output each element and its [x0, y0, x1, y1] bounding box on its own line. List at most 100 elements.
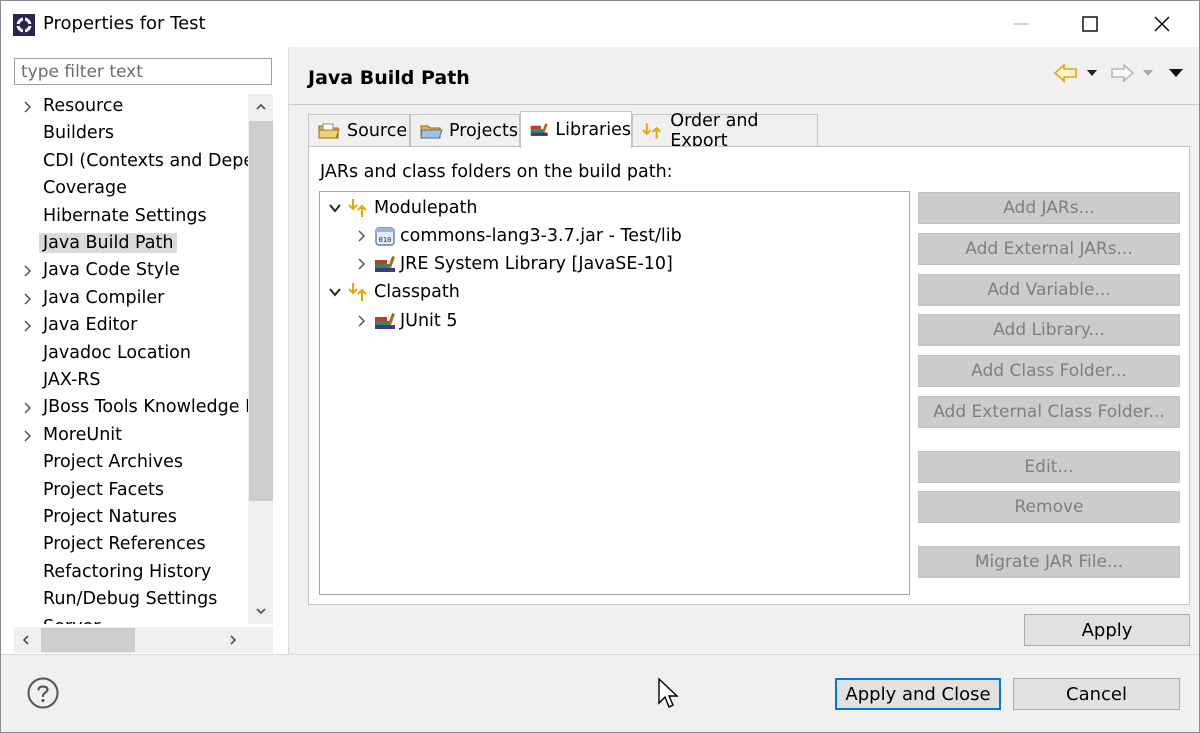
build-path-entry[interactable]: JUnit 5 [354, 307, 457, 335]
jar-icon: 010 [375, 227, 395, 246]
sidebar-item-label: Run/Debug Settings [43, 589, 218, 610]
tab-libraries-label: Libraries [555, 120, 631, 140]
sidebar-item[interactable]: Java Editor [1, 313, 248, 340]
sidebar-item[interactable]: Project Natures [1, 505, 248, 532]
add-library-button[interactable]: Add Library... [918, 314, 1180, 346]
eclipse-app-icon [12, 13, 36, 37]
sidebar-item-label: Hibernate Settings [43, 205, 207, 226]
view-menu-icon[interactable] [1167, 59, 1185, 87]
chevron-down-icon[interactable] [328, 285, 342, 299]
edit-button[interactable]: Edit... [918, 451, 1180, 483]
build-path-entry[interactable]: Modulepath [328, 194, 477, 222]
chevron-right-icon[interactable] [21, 430, 33, 442]
sidebar-item-label: Java Editor [43, 315, 138, 336]
close-button[interactable] [1127, 1, 1197, 47]
chevron-right-icon[interactable] [354, 229, 368, 243]
help-icon[interactable] [27, 677, 59, 709]
source-folder-icon [318, 123, 340, 139]
sidebar-item[interactable]: Coverage [1, 176, 248, 203]
scroll-up-arrow-icon[interactable] [255, 101, 267, 113]
sidebar-item[interactable]: Resource [1, 94, 248, 121]
remove-button[interactable]: Remove [918, 491, 1180, 523]
sidebar-item[interactable]: Project References [1, 532, 248, 559]
migrate-jar-button[interactable]: Migrate JAR File... [918, 546, 1180, 578]
sidebar-item[interactable]: Project Archives [1, 450, 248, 477]
apply-button[interactable]: Apply [1024, 614, 1190, 646]
scroll-left-arrow-icon[interactable] [20, 634, 32, 646]
sidebar-item[interactable]: Hibernate Settings [1, 204, 248, 231]
sidebar-item[interactable]: JAX-RS [1, 368, 248, 395]
sidebar-item[interactable]: Java Build Path [1, 231, 248, 258]
forward-history-dropdown-icon[interactable] [1141, 59, 1155, 87]
sidebar-item-label: Resource [43, 96, 124, 116]
filter-input[interactable] [14, 58, 272, 85]
build-path-entry[interactable]: Classpath [328, 278, 460, 306]
sidebar-item[interactable]: Java Compiler [1, 286, 248, 313]
sidebar-item[interactable]: JBoss Tools Knowledge B [1, 395, 248, 422]
sidebar-item[interactable]: Run/Debug Settings [1, 587, 248, 614]
forward-arrow-icon[interactable] [1109, 59, 1135, 87]
add-jars-button[interactable]: Add JARs... [918, 192, 1180, 224]
vertical-scroll-thumb[interactable] [249, 121, 273, 501]
chevron-right-icon[interactable] [21, 293, 33, 305]
build-path-entry-label: JUnit 5 [400, 311, 458, 331]
sidebar-item[interactable]: Server [1, 615, 248, 624]
footer-divider [1, 654, 1199, 655]
tab-libraries[interactable]: Libraries [520, 111, 632, 148]
build-path-entry[interactable]: JRE System Library [JavaSE-10] [354, 250, 673, 278]
tab-source[interactable]: Source [308, 114, 410, 147]
chevron-down-icon[interactable] [328, 201, 342, 215]
build-path-entry[interactable]: 010 commons-lang3-3.7.jar - Test/lib [354, 222, 682, 250]
sidebar-item[interactable]: Project Facets [1, 478, 248, 505]
title-bar: Properties for Test [1, 1, 1199, 47]
add-external-class-folder-button[interactable]: Add External Class Folder... [918, 396, 1180, 428]
sidebar-item-label: Java Build Path [39, 233, 178, 253]
scroll-right-arrow-icon[interactable] [227, 634, 239, 646]
chevron-right-icon[interactable] [21, 101, 33, 113]
horizontal-scroll-thumb[interactable] [41, 628, 135, 652]
order-export-icon [642, 123, 662, 139]
tab-order-export[interactable]: Order and Export [632, 111, 818, 151]
build-path-tree[interactable]: Modulepath 010 commons-lang3-3.7.jar - Tes… [319, 191, 910, 595]
cancel-button[interactable]: Cancel [1013, 678, 1180, 710]
add-variable-button[interactable]: Add Variable... [918, 274, 1180, 306]
chevron-right-icon[interactable] [354, 257, 368, 271]
chevron-right-icon[interactable] [21, 265, 33, 277]
tab-projects[interactable]: Projects [410, 114, 520, 147]
scrollbar-corner [248, 627, 273, 653]
mouse-cursor-icon [658, 677, 679, 708]
sidebar-item[interactable]: CDI (Contexts and Depen [1, 149, 248, 176]
sidebar-item-label: Project Natures [43, 507, 177, 527]
sidebar-item[interactable]: Javadoc Location [1, 341, 248, 368]
add-class-folder-button[interactable]: Add Class Folder... [918, 355, 1180, 387]
add-external-jars-button[interactable]: Add External JARs... [918, 233, 1180, 265]
sidebar-item-label: Java Compiler [43, 287, 165, 308]
back-history-dropdown-icon[interactable] [1085, 59, 1099, 87]
sidebar-item-label: CDI (Contexts and Depen [43, 150, 248, 171]
chevron-right-icon[interactable] [354, 314, 368, 328]
chevron-right-icon[interactable] [21, 402, 33, 414]
scroll-down-arrow-icon[interactable] [255, 605, 267, 617]
sidebar-item-label: Java Code Style [43, 260, 180, 281]
back-arrow-icon[interactable] [1053, 59, 1079, 87]
build-path-entry-label: Modulepath [374, 198, 478, 218]
preference-nav-panel: Resource Builders CDI (Contexts and Depen C… [1, 47, 289, 654]
minimize-button[interactable] [986, 1, 1056, 47]
tab-order-export-label: Order and Export [670, 111, 759, 151]
svg-text:010: 010 [379, 236, 392, 244]
sidebar-item-label: Project Facets [43, 479, 164, 500]
preference-tree: Resource Builders CDI (Contexts and Depen C… [1, 94, 248, 624]
tree-horizontal-scrollbar[interactable] [14, 627, 248, 653]
chevron-right-icon[interactable] [21, 320, 33, 332]
sidebar-item[interactable]: Refactoring History [1, 560, 248, 587]
apply-and-close-button[interactable]: Apply and Close [835, 678, 1001, 710]
sidebar-item[interactable]: Builders [1, 121, 248, 148]
sidebar-item-label: JAX-RS [43, 370, 101, 390]
tab-source-label: Source [347, 121, 408, 141]
tree-vertical-scrollbar[interactable] [248, 94, 273, 624]
tab-projects-label: Projects [449, 121, 518, 141]
sidebar-item[interactable]: MoreUnit [1, 423, 248, 450]
header-divider [289, 104, 1199, 105]
sidebar-item[interactable]: Java Code Style [1, 258, 248, 285]
maximize-button[interactable] [1055, 1, 1125, 47]
